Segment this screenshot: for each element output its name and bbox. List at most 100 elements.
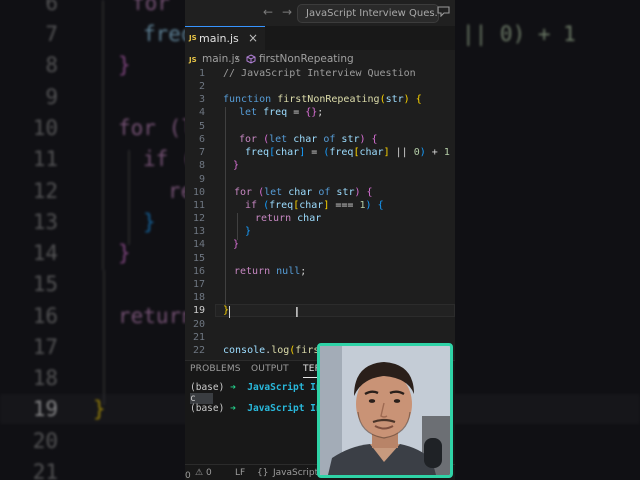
bg-line-number: 7	[45, 22, 58, 46]
code-token: firstNonRepeating	[277, 94, 380, 105]
code-token: freq	[329, 147, 354, 158]
active-tab-underline	[303, 377, 317, 378]
line-number: 8	[198, 160, 205, 171]
bg-line-number: 13	[32, 210, 58, 234]
bg-code: for (l	[118, 116, 194, 140]
bg-line-number: 17	[32, 335, 58, 359]
bg-code: }	[118, 53, 131, 77]
bg-line-number: 15	[32, 272, 58, 296]
code-token: freq	[263, 107, 288, 118]
bg-line-number: 18	[32, 366, 58, 390]
code-token: str	[336, 187, 355, 198]
forward-arrow-icon[interactable]: →	[282, 5, 292, 19]
code-line-16: return null;	[234, 266, 307, 277]
bg-line-number: 21	[32, 460, 58, 480]
command-center-search[interactable]: JavaScript Interview Ques...	[297, 4, 439, 23]
indent-guide	[225, 107, 226, 305]
line-number: 1	[198, 68, 205, 79]
mouse-ibeam-cursor: I	[295, 306, 299, 321]
code-token: console	[223, 345, 266, 356]
line-number: 6	[198, 134, 205, 145]
line-number: 13	[192, 226, 205, 237]
bg-line-number: 14	[32, 241, 58, 265]
terminal-arrow: ➜	[230, 403, 236, 414]
bg-indent-guide	[103, 270, 105, 405]
back-arrow-icon[interactable]: ←	[263, 5, 273, 19]
line-number: 17	[192, 279, 205, 290]
tab-problems[interactable]: PROBLEMS	[190, 364, 241, 374]
code-token: char	[359, 147, 384, 158]
code-token: 1	[443, 147, 450, 158]
close-icon[interactable]: ×	[248, 31, 258, 45]
braces-icon: {}	[257, 468, 269, 478]
line-number: 22	[192, 345, 205, 356]
bg-line-number: 19	[32, 397, 58, 421]
bg-line-number: 6	[45, 0, 58, 15]
code-token: return	[234, 266, 271, 277]
breadcrumb-symbol[interactable]: firstNonRepeating	[259, 53, 354, 65]
bg-line-number: 10	[32, 116, 58, 140]
code-token: str	[385, 94, 404, 105]
code-line-6: for (let char of str) {	[239, 134, 378, 145]
tab-main-js[interactable]: JS main.js ×	[185, 26, 265, 50]
status-eol[interactable]: LF	[235, 468, 245, 478]
line-number: 14	[192, 239, 205, 250]
bg-code: return	[118, 304, 194, 328]
code-token: of	[323, 134, 336, 145]
bg-line-number: 9	[45, 85, 58, 109]
bg-code: for	[132, 0, 170, 15]
code-token: char	[293, 134, 318, 145]
code-token: if	[245, 200, 258, 211]
code-comment: // JavaScript Interview Question	[223, 68, 416, 79]
status-warnings[interactable]: 0	[206, 468, 212, 478]
javascript-file-icon: JS	[189, 56, 197, 64]
line-number: 19	[192, 305, 205, 316]
current-line-highlight	[215, 304, 455, 317]
code-line-10: for (let char of str) {	[234, 187, 373, 198]
code-line-4: let freq = {};	[239, 107, 324, 118]
code-brace: }	[245, 226, 252, 237]
bg-line-number: 11	[32, 147, 58, 171]
code-token: for	[234, 187, 253, 198]
line-number: 4	[198, 107, 205, 118]
code-token: char	[275, 147, 300, 158]
text-cursor	[229, 306, 230, 318]
code-token: null	[276, 266, 301, 277]
line-number: 5	[198, 121, 205, 132]
code-token: log	[271, 345, 290, 356]
code-token: freq	[245, 147, 270, 158]
code-brace: }	[233, 239, 240, 250]
breadcrumb-separator: ›	[235, 52, 240, 64]
warning-icon: ⚠	[195, 468, 204, 478]
tab-label: main.js	[199, 32, 239, 45]
code-line-7: freq[char] = (freq[char] || 0) + 1	[245, 147, 450, 158]
code-token: function	[223, 94, 272, 105]
code-token: freq	[269, 200, 294, 211]
javascript-file-icon: JS	[189, 34, 197, 42]
terminal-env: (base)	[190, 382, 225, 393]
status-language[interactable]: JavaScript	[273, 468, 318, 478]
line-number: 2	[198, 81, 205, 92]
code-token: let	[269, 134, 288, 145]
code-token: char	[288, 187, 313, 198]
code-token: char	[299, 200, 324, 211]
code-line-11: if (freq[char] === 1) {	[245, 200, 384, 211]
code-brace: }	[233, 160, 240, 171]
bg-line-number: 12	[32, 179, 58, 203]
tab-output[interactable]: OUTPUT	[251, 364, 289, 374]
indent-guide	[237, 213, 238, 240]
code-editor[interactable]: 1 2 3 4 5 6 7 8 9 10 11 12 13 14 15 16 1…	[185, 67, 455, 360]
code-token: let	[264, 187, 283, 198]
line-number: 9	[198, 174, 205, 185]
line-number: 18	[192, 292, 205, 303]
terminal-env: (base)	[190, 403, 225, 414]
code-token: of	[318, 187, 331, 198]
terminal-arrow: ➜	[230, 382, 236, 393]
code-token: char	[297, 213, 322, 224]
line-number: 15	[192, 253, 205, 264]
bg-code-right: || 0) + 1	[462, 22, 576, 46]
code-token: let	[239, 107, 258, 118]
bg-indent-guide	[102, 0, 104, 270]
copilot-chat-icon[interactable]	[437, 5, 450, 17]
line-number: 20	[192, 319, 205, 330]
